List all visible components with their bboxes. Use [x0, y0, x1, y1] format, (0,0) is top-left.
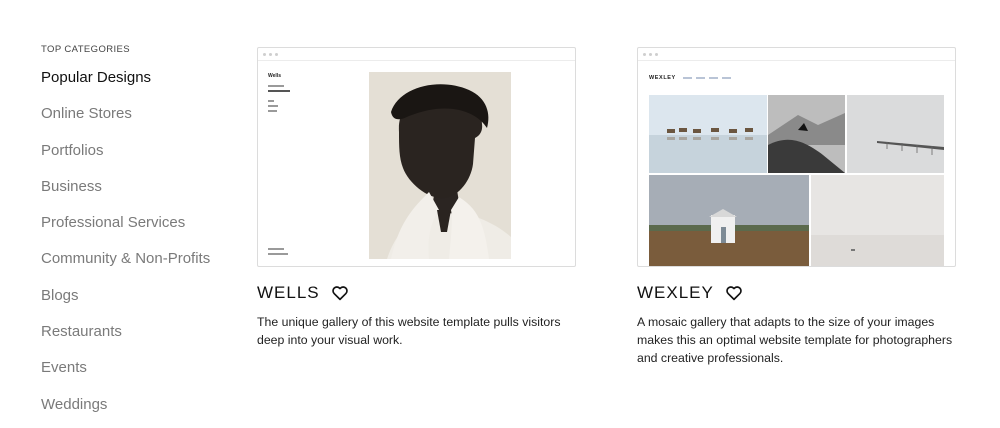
- browser-bar: [638, 48, 955, 61]
- category-professional-services[interactable]: Professional Services: [41, 213, 241, 249]
- template-card-wells: Wells WELLS The unique gallery of this w…: [257, 47, 576, 349]
- sidebar-heading: TOP CATEGORIES: [41, 44, 131, 55]
- favorite-heart-icon[interactable]: [331, 284, 349, 302]
- category-business[interactable]: Business: [41, 177, 241, 213]
- favorite-heart-icon[interactable]: [725, 284, 743, 302]
- template-preview-wells[interactable]: Wells: [257, 47, 576, 267]
- category-online-stores[interactable]: Online Stores: [41, 104, 241, 140]
- preview-footer-lines: [268, 248, 288, 258]
- camels-photo: [649, 95, 767, 173]
- template-name[interactable]: WEXLEY: [637, 283, 714, 303]
- cliff-photo: [768, 95, 845, 173]
- category-community-non-profits[interactable]: Community & Non-Profits: [41, 249, 241, 285]
- portrait-image: [369, 72, 511, 259]
- template-name[interactable]: WELLS: [257, 283, 320, 303]
- category-weddings[interactable]: Weddings: [41, 395, 241, 428]
- category-portfolios[interactable]: Portfolios: [41, 141, 241, 177]
- preview-nav-lines: [268, 85, 290, 115]
- preview-nav: [683, 77, 731, 79]
- pier-photo: [847, 95, 944, 173]
- misty-sea-photo: [811, 175, 944, 266]
- category-events[interactable]: Events: [41, 358, 241, 394]
- category-blogs[interactable]: Blogs: [41, 286, 241, 322]
- hut-photo: [649, 175, 809, 266]
- category-restaurants[interactable]: Restaurants: [41, 322, 241, 358]
- template-card-wexley: WEXLEY WEXLEY A mosaic gallery that adap…: [637, 47, 956, 367]
- browser-bar: [258, 48, 575, 61]
- template-description: A mosaic gallery that adapts to the size…: [637, 315, 953, 365]
- category-sidebar: TOP CATEGORIES Popular Designs Online St…: [41, 44, 241, 428]
- template-preview-wexley[interactable]: WEXLEY: [637, 47, 956, 267]
- preview-logo: Wells: [268, 73, 281, 79]
- template-description: The unique gallery of this website templ…: [257, 315, 561, 347]
- category-popular-designs[interactable]: Popular Designs: [41, 68, 241, 104]
- preview-logo: WEXLEY: [649, 75, 676, 81]
